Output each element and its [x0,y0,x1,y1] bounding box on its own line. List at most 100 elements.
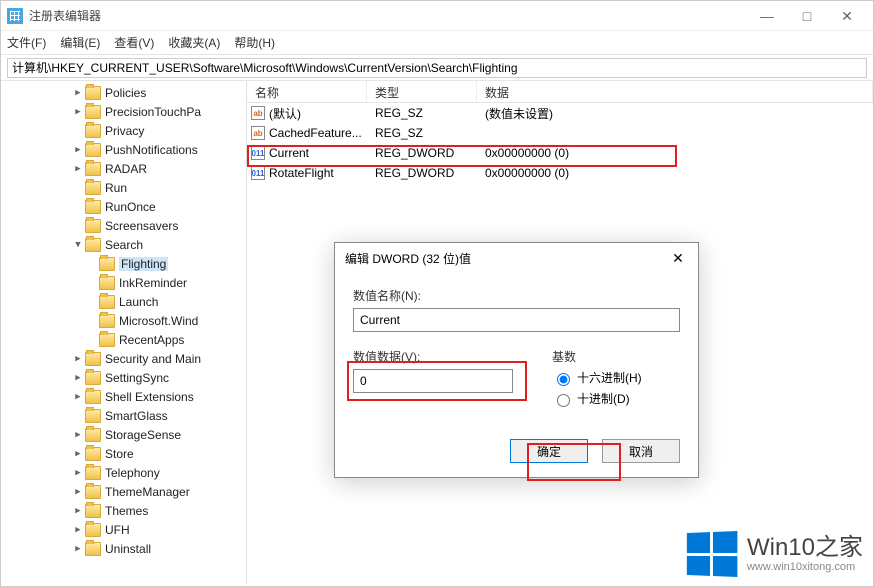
tree-item-label: PrecisionTouchPa [105,105,201,119]
expander-icon[interactable]: ▶ [71,392,85,402]
folder-icon [85,162,101,176]
binary-value-icon: 011 [251,146,265,160]
expander-icon[interactable]: ▶ [71,468,85,478]
tree-item[interactable]: Launch [1,292,246,311]
data-field[interactable] [353,369,513,393]
tree-item[interactable]: Screensavers [1,216,246,235]
menu-edit[interactable]: 编辑(E) [60,34,100,51]
value-data: 0x00000000 (0) [477,166,873,180]
edit-dword-dialog: 编辑 DWORD (32 位)值 ✕ 数值名称(N): 数值数据(V): 基数 … [334,242,699,478]
tree-view[interactable]: ▶ Policies ▶ PrecisionTouchPa Privacy▶PushNo… [1,81,247,584]
col-type-header[interactable]: 类型 [367,81,477,102]
tree-item-label: StorageSense [105,428,181,442]
expander-icon[interactable]: ▶ [71,354,85,364]
folder-icon [85,409,101,423]
tree-item-label: Microsoft.Wind [119,314,198,328]
maximize-button[interactable]: □ [787,1,827,31]
expander-icon[interactable]: ▶ [71,449,85,459]
watermark: Win10之家 www.win10xitong.com [685,532,863,576]
tree-item[interactable]: ▶PushNotifications [1,140,246,159]
dialog-close-button[interactable]: ✕ [668,250,688,267]
radio-hex-label: 十六进制(H) [577,369,642,386]
value-data: 0x00000000 (0) [477,146,873,160]
col-name-header[interactable]: 名称 [247,81,367,102]
expander-icon[interactable]: ▶ [71,107,85,117]
tree-item[interactable]: ▶Uninstall [1,539,246,558]
expander-icon[interactable]: ▶ [71,430,85,440]
expander-icon[interactable]: ▶ [71,88,85,98]
col-data-header[interactable]: 数据 [477,81,873,102]
tree-item[interactable]: ▶Themes [1,501,246,520]
tree-item[interactable]: ▶Store [1,444,246,463]
expander-icon[interactable]: ▶ [71,145,85,155]
folder-icon [85,86,101,100]
folder-icon [85,466,101,480]
radio-dec[interactable] [557,394,570,407]
tree-item-label: SettingSync [105,371,169,385]
expander-icon[interactable]: ▶ [71,544,85,554]
list-row[interactable]: 011CurrentREG_DWORD0x00000000 (0) [247,143,873,163]
cancel-button[interactable]: 取消 [602,439,680,463]
tree-item[interactable]: ▶ Security and Main [1,349,246,368]
dialog-titlebar: 编辑 DWORD (32 位)值 ✕ [335,243,698,273]
tree-item-label: Policies [105,86,146,100]
menu-favorites[interactable]: 收藏夹(A) [168,34,220,51]
tree-item[interactable]: ▶UFH [1,520,246,539]
value-type: REG_SZ [367,126,477,140]
tree-item[interactable]: Microsoft.Wind [1,311,246,330]
tree-item[interactable]: ▶ Policies [1,83,246,102]
expander-icon[interactable]: ▶ [71,373,85,383]
tree-item[interactable]: ▶ PrecisionTouchPa [1,102,246,121]
folder-icon [85,485,101,499]
radio-hex[interactable] [557,373,570,386]
list-row[interactable]: ab CachedFeature... REG_SZ [247,123,873,143]
tree-item[interactable]: ▶ Shell Extensions [1,387,246,406]
folder-icon [85,504,101,518]
radio-dec-label: 十进制(D) [577,390,630,407]
list-row[interactable]: ab(默认)REG_SZ(数值未设置) [247,103,873,123]
ok-button[interactable]: 确定 [510,439,588,463]
tree-item[interactable]: RecentApps [1,330,246,349]
expander-icon[interactable]: ▶ [71,506,85,516]
expander-icon[interactable]: ▼ [71,240,85,250]
tree-item-label: InkReminder [119,276,187,290]
address-input[interactable] [7,58,867,78]
minimize-button[interactable]: — [747,1,787,31]
string-value-icon: ab [251,126,265,140]
tree-item-label: Run [105,181,127,195]
folder-icon [99,333,115,347]
name-label: 数值名称(N): [353,287,680,304]
folder-icon [99,314,115,328]
tree-item[interactable]: ▶ SettingSync [1,368,246,387]
tree-item[interactable]: Privacy [1,121,246,140]
tree-item[interactable]: RunOnce [1,197,246,216]
menu-help[interactable]: 帮助(H) [234,34,275,51]
folder-icon [85,105,101,119]
expander-icon[interactable]: ▶ [71,487,85,497]
tree-item[interactable]: ▶Telephony [1,463,246,482]
menu-view[interactable]: 查看(V) [114,34,154,51]
tree-item[interactable]: ▶RADAR [1,159,246,178]
tree-item[interactable]: SmartGlass [1,406,246,425]
tree-item[interactable]: ▼Search [1,235,246,254]
folder-icon [85,523,101,537]
tree-item[interactable]: Run [1,178,246,197]
tree-item[interactable]: ▶ThemeManager [1,482,246,501]
tree-item[interactable]: InkReminder [1,273,246,292]
close-button[interactable]: ✕ [827,1,867,31]
tree-item-label: Security and Main [105,352,201,366]
folder-icon [85,124,101,138]
value-data: (数值未设置) [477,105,873,122]
menu-file[interactable]: 文件(F) [7,34,46,51]
string-value-icon: ab [251,106,265,120]
tree-item-label: Launch [119,295,158,309]
tree-item[interactable]: Flighting [1,254,246,273]
list-row[interactable]: 011RotateFlightREG_DWORD0x00000000 (0) [247,163,873,183]
expander-icon[interactable]: ▶ [71,164,85,174]
name-field[interactable] [353,308,680,332]
value-name: CachedFeature... [269,126,362,140]
tree-item-label: Shell Extensions [105,390,194,404]
tree-item-label: RecentApps [119,333,184,347]
expander-icon[interactable]: ▶ [71,525,85,535]
tree-item[interactable]: ▶ StorageSense [1,425,246,444]
